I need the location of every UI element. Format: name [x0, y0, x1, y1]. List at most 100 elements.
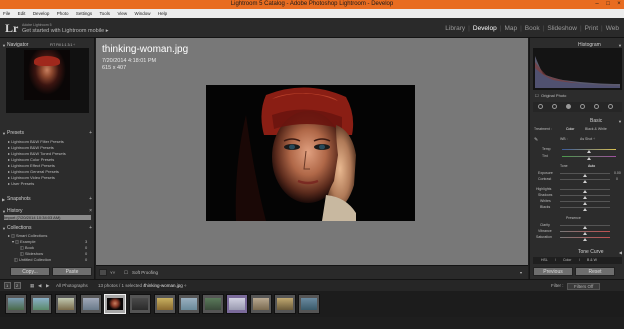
loupe-view-icon[interactable] [99, 269, 107, 276]
preset-folder[interactable]: ▸ Lightroom B&W Filter Presets [8, 139, 92, 144]
filmstrip-source[interactable]: All Photographs [56, 283, 88, 288]
preset-folder[interactable]: ▸ Lightroom Video Presets [8, 175, 92, 180]
filmstrip-thumbnail[interactable] [250, 294, 272, 314]
menu-edit[interactable]: Edit [15, 9, 29, 16]
preset-folder[interactable]: ▸ Lightroom B&W Presets [8, 145, 92, 150]
tone-curve-header[interactable]: Tone Curve ◀ [530, 248, 624, 255]
module-map[interactable]: Map [501, 25, 520, 32]
menu-tools[interactable]: Tools [97, 9, 114, 16]
tab-color[interactable]: Color [563, 258, 571, 262]
expand-triangle-icon[interactable]: ▶ [2, 197, 5, 202]
collapse-triangle-icon[interactable]: ▼ [618, 119, 622, 124]
forward-arrow-icon[interactable]: ▶ [46, 283, 49, 289]
reset-button[interactable]: Reset [575, 267, 615, 276]
menu-view[interactable]: View [114, 9, 130, 16]
temp-slider-handle[interactable] [587, 150, 591, 153]
exposure-value[interactable]: 0.00 [614, 171, 621, 175]
menu-help[interactable]: Help [155, 9, 170, 16]
filmstrip-thumbnail[interactable] [202, 294, 224, 314]
preset-folder[interactable]: ▸ User Presets [8, 181, 92, 186]
collection-item[interactable]: ◫ Untitled Collection [14, 257, 74, 262]
module-develop[interactable]: Develop [470, 25, 500, 32]
presets-header[interactable]: ▼ Presets + [0, 129, 95, 136]
menu-window[interactable]: Window [132, 9, 154, 16]
blacks-slider-handle[interactable] [583, 208, 587, 211]
preset-folder[interactable]: ▸ Lightroom Color Presets [8, 157, 92, 162]
maximize-button[interactable]: □ [603, 0, 613, 9]
crop-tool-icon[interactable] [538, 104, 543, 109]
toolbar-menu-icon[interactable]: ▾ [520, 270, 522, 275]
navigator-zoom-options[interactable]: FIT Fill 1:1 3:1 ÷ [50, 43, 75, 47]
main-photo[interactable] [206, 85, 415, 221]
menu-settings[interactable]: Settings [73, 9, 95, 16]
collapse-triangle-icon[interactable]: ▼ [2, 226, 6, 231]
soft-proofing-checkbox[interactable]: ☐ [124, 270, 128, 276]
expand-triangle-icon[interactable]: ◀ [619, 250, 622, 255]
collection-item[interactable]: ▾ ◫ Example [12, 239, 72, 244]
close-button[interactable]: × [614, 0, 624, 9]
collapse-triangle-icon[interactable]: ▼ [618, 43, 622, 48]
before-after-icon[interactable]: YY [110, 270, 115, 275]
wb-select[interactable]: As Shot ÷ [580, 137, 595, 141]
highlights-slider-handle[interactable] [583, 190, 587, 193]
module-library[interactable]: Library [442, 25, 468, 32]
filmstrip-thumbnail[interactable] [274, 294, 296, 314]
tab-hsl[interactable]: HSL [541, 258, 548, 262]
shadows-slider-handle[interactable] [583, 196, 587, 199]
module-book[interactable]: Book [522, 25, 543, 32]
menu-develop[interactable]: Develop [30, 9, 53, 16]
navigator-preview[interactable] [6, 48, 89, 113]
filmstrip-thumbnail-selected[interactable] [104, 294, 126, 314]
filmstrip-thumbnail[interactable] [80, 294, 102, 314]
filmstrip-thumbnail[interactable] [226, 294, 248, 314]
graduated-filter-icon[interactable] [580, 104, 585, 109]
vibrance-slider-handle[interactable] [583, 232, 587, 235]
add-collection-icon[interactable]: + [89, 225, 92, 231]
module-slideshow[interactable]: Slideshow [544, 25, 580, 32]
preset-folder[interactable]: ▸ Lightroom General Presets [8, 169, 92, 174]
filmstrip-thumbnail[interactable] [129, 294, 151, 314]
collection-item[interactable]: ◫ Slideshow [20, 251, 72, 256]
filmstrip-thumbnail[interactable] [178, 294, 200, 314]
filmstrip-thumbnail[interactable] [5, 294, 27, 314]
collection-item[interactable]: ◫ Book [20, 245, 72, 250]
snapshots-header[interactable]: ▶ Snapshots + [0, 195, 95, 202]
treatment-bw[interactable]: Black & White [585, 127, 607, 131]
add-preset-icon[interactable]: + [89, 130, 92, 136]
adjustment-brush-icon[interactable] [608, 104, 613, 109]
filmstrip-thumbnail[interactable] [30, 294, 52, 314]
saturation-slider-handle[interactable] [583, 238, 587, 241]
radial-filter-icon[interactable] [594, 104, 599, 109]
exposure-slider-handle[interactable] [583, 174, 587, 177]
collapse-triangle-icon[interactable]: ▼ [2, 43, 6, 48]
histogram-header[interactable]: Histogram ▼ [530, 41, 624, 48]
filmstrip-thumbnail[interactable] [55, 294, 77, 314]
preset-folder[interactable]: ▸ Lightroom Effect Presets [8, 163, 92, 168]
contrast-slider-handle[interactable] [583, 180, 587, 183]
histogram-display[interactable] [533, 48, 622, 90]
add-snapshot-icon[interactable]: + [89, 196, 92, 202]
menu-file[interactable]: File [0, 9, 13, 16]
page2-button[interactable]: 2 [14, 282, 21, 289]
original-photo-checkbox[interactable]: ☐ [535, 93, 539, 98]
paste-button[interactable]: Paste [52, 267, 92, 276]
collections-header[interactable]: ▼ Collections + [0, 224, 95, 231]
treatment-color[interactable]: Color [566, 127, 574, 131]
minimize-button[interactable]: – [592, 0, 602, 9]
collapse-triangle-icon[interactable]: ▼ [2, 209, 6, 214]
previous-button[interactable]: Previous [533, 267, 573, 276]
module-print[interactable]: Print [582, 25, 601, 32]
menu-photo[interactable]: Photo [54, 9, 72, 16]
wb-eyedropper-icon[interactable]: ✎ [534, 137, 538, 143]
clarity-slider-handle[interactable] [583, 226, 587, 229]
tone-auto-button[interactable]: Auto [588, 164, 595, 168]
contrast-value[interactable]: 0 [616, 177, 618, 181]
copy-button[interactable]: Copy... [10, 267, 50, 276]
filmstrip-thumbnail[interactable] [154, 294, 176, 314]
navigator-header[interactable]: ▼ Navigator FIT Fill 1:1 3:1 ÷ [0, 41, 95, 48]
collection-item[interactable]: ▸ ◫ Smart Collections [8, 233, 92, 238]
page1-button[interactable]: 1 [4, 282, 11, 289]
spot-removal-icon[interactable] [552, 104, 557, 109]
whites-slider-handle[interactable] [583, 202, 587, 205]
filmstrip-thumbnail[interactable] [298, 294, 320, 314]
